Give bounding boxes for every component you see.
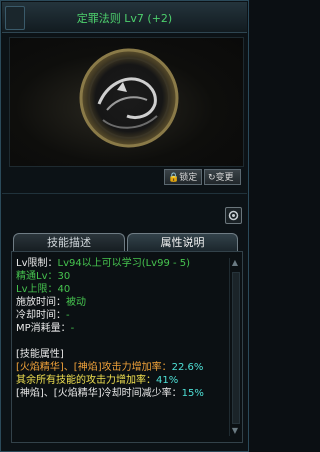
mastery-value: 30	[57, 271, 71, 282]
section-header: [技能属性]	[16, 349, 64, 360]
skill-tooltip-window: 定罪法则 Lv7 (+2) 🔒锁定 ↻变更 技能描述 属性说明 Lv限制：Lv9…	[0, 0, 249, 452]
attr3-label: [神焰]、[火焰精华]冷却时间减少率：	[16, 388, 182, 399]
cooldown-value: -	[66, 310, 70, 321]
settings-button[interactable]	[225, 207, 242, 224]
scrollbar[interactable]: ▲ ▼	[229, 258, 240, 436]
mastery-row: 精通Lv：30	[16, 270, 230, 283]
attr2-label: 其余所有技能的攻击力增加率：	[16, 375, 156, 386]
cast-time-row: 施放时间：被动	[16, 296, 230, 309]
cooldown-row: 冷却时间：-	[16, 309, 230, 322]
scroll-down-icon[interactable]: ▼	[230, 426, 240, 436]
lv-cap-row: Lv上限：40	[16, 283, 230, 296]
divider	[2, 193, 247, 194]
lock-icon: 🔒	[168, 173, 180, 183]
attr2-value: 41%	[156, 375, 179, 386]
mp-cost-label: MP消耗量：	[16, 323, 71, 334]
title-bar: 定罪法则 Lv7 (+2)	[2, 2, 247, 33]
cast-time-label: 施放时间：	[16, 297, 66, 308]
attr3-value: 15%	[181, 388, 204, 399]
attribute-content: Lv限制：Lv94以上可以学习(Lv99 - 5) 精通Lv：30 Lv上限：4…	[16, 257, 230, 400]
cooldown-label: 冷却时间：	[16, 310, 66, 321]
attr2-row: 其余所有技能的攻击力增加率：41%	[16, 374, 230, 387]
tab-attribute-description[interactable]: 属性说明	[127, 233, 238, 252]
skill-preview	[9, 37, 244, 167]
mp-cost-value: -	[70, 323, 75, 334]
attr3-row: [神焰]、[火焰精华]冷却时间减少率：15%	[16, 387, 230, 400]
attr1-label: [火焰精华]、[神焰]攻击力增加率：	[16, 362, 172, 373]
lv-cap-value: 40	[57, 284, 71, 295]
attr1-value: 22.6%	[171, 362, 204, 373]
tab-skill-description[interactable]: 技能描述	[13, 233, 125, 252]
change-button[interactable]: ↻变更	[204, 169, 241, 185]
skill-emblem-icon	[79, 48, 179, 148]
scroll-thumb[interactable]	[232, 272, 240, 424]
lv-limit-row: Lv限制：Lv94以上可以学习(Lv99 - 5)	[16, 257, 230, 270]
mp-cost-row: MP消耗量：-	[16, 322, 230, 335]
cast-time-value: 被动	[66, 297, 86, 308]
scroll-up-icon[interactable]: ▲	[230, 258, 240, 268]
attribute-panel: Lv限制：Lv94以上可以学习(Lv99 - 5) 精通Lv：30 Lv上限：4…	[11, 251, 243, 443]
refresh-icon: ↻	[208, 173, 216, 183]
mastery-label: 精通Lv：	[16, 271, 58, 282]
lock-button[interactable]: 🔒锁定	[164, 169, 202, 185]
lv-cap-label: Lv上限：	[16, 284, 58, 295]
attr1-row: [火焰精华]、[神焰]攻击力增加率：22.6%	[16, 361, 230, 374]
skill-title: 定罪法则 Lv7 (+2)	[76, 12, 173, 25]
lv-limit-label: Lv限制：	[16, 258, 58, 269]
gear-icon	[228, 210, 239, 221]
lv-limit-value: Lv94以上可以学习(Lv99 - 5)	[57, 258, 191, 269]
